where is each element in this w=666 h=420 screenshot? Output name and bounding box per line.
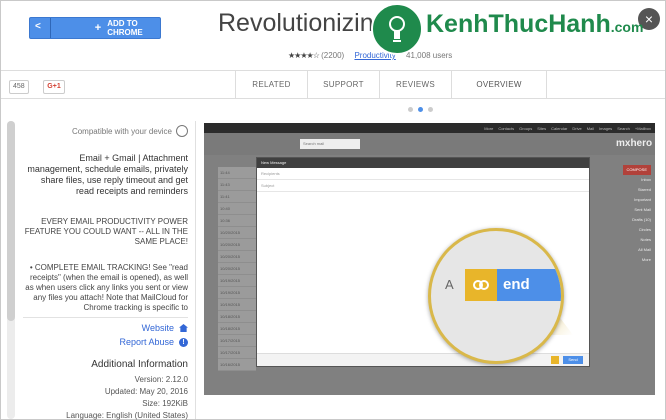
compose-toolbar: Send [257,353,589,366]
list-item: 10/20/2015 [218,227,256,239]
language-info: Language: English (United States) [66,411,188,420]
store-dialog: × < + ADD TO CHROME Revolutionizing... ★… [0,0,666,420]
list-item: 10/16/2015 [218,359,256,371]
gmail-header [204,133,655,155]
mxhero-logo: mxhero [616,138,653,149]
watermark-logo-icon [371,3,423,55]
home-icon [179,324,188,332]
topbar-item: More [484,125,494,131]
list-item: 10/20/2015 [218,239,256,251]
screenshot-preview: More Contacts Groups Sites Calendar Driv… [204,123,655,395]
gplus-button[interactable]: G+1 [43,80,65,94]
topbar-item: Images [599,125,613,131]
list-item: 10/19/2015 [218,275,256,287]
tab-related[interactable]: RELATED [236,71,308,98]
carousel-dot-1[interactable] [408,107,413,112]
tab-reviews[interactable]: REVIEWS [380,71,452,98]
tab-bar: RELATED SUPPORT REVIEWS OVERVIEW [235,71,547,99]
nav-item: Sent Mail [634,207,651,212]
topbar-item: Sites [537,125,547,131]
gmail-search-box: Search mail [300,139,360,149]
list-item: 10:40 [218,203,256,215]
report-abuse-label[interactable]: Report Abuse [119,337,174,347]
add-to-chrome-button[interactable]: < + ADD TO CHROME [29,17,161,39]
tabs-divider [1,98,665,99]
rating-count: (2200) [321,51,345,60]
list-item: 11:44 [218,167,256,179]
nav-item: Starred [637,187,651,192]
nav-item: Important [634,197,651,202]
gmail-message-list: 11:44 11:43 11:41 10:40 10:36 10/20/2015… [218,167,256,371]
list-item: 10/17/2015 [218,335,256,347]
compose-pill: COMPOSE [622,165,651,175]
compose-to-field: Recipients [257,168,589,180]
updated-info: Updated: May 20, 2016 [104,387,188,396]
topbar-item: Search [617,125,630,131]
nav-item: Drafts (10) [632,217,651,222]
long-description: • COMPLETE EMAIL TRACKING! See "read rec… [25,263,188,312]
tracking-rings-icon [465,269,497,301]
rating-stars-icon: ★★★★☆ [288,51,320,60]
list-item: 10/18/2015 [218,311,256,323]
carousel-dots [408,107,433,112]
gmail-nav: COMPOSE Inbox Starred Important Sent Mai… [611,165,651,265]
list-item: 10/18/2015 [218,323,256,335]
compose-title: New Message [257,158,589,168]
add-to-chrome-label: ADD TO CHROME [107,19,143,37]
list-item: 10/20/2015 [218,251,256,263]
magnifier-lens: A end [428,228,564,364]
sidebar-divider [23,317,188,318]
report-abuse-link[interactable]: Report Abuse ! [119,337,188,347]
send-button-zoomed: end [497,269,561,301]
compatibility-note: Compatible with your device [72,125,188,137]
topbar-item: Groups [519,125,533,131]
nav-item: Notes [640,237,651,242]
font-format-icon: A [445,277,454,292]
gmail-topbar: More Contacts Groups Sites Calendar Driv… [204,123,655,133]
button-divider [50,18,51,38]
size-info: Size: 192KiB [142,399,188,408]
tab-overview[interactable]: OVERVIEW [452,71,547,99]
topbar-item: Calendar [551,125,568,131]
watermark-suffix: .com [610,19,644,35]
sidebar-scrollbar-thumb[interactable] [7,121,15,321]
watermark: KenhThucHanh.com [371,3,661,55]
carousel-dot-2[interactable] [418,107,423,112]
list-item: 10/20/2015 [218,263,256,275]
send-button-small: Send [563,356,583,364]
list-item: 10/19/2015 [218,287,256,299]
plus-icon: + [94,22,102,34]
topbar-item: +Mailbox [634,125,651,131]
topbar-item: Contacts [498,125,515,131]
topbar-item: Drive [572,125,582,131]
list-item: 10/17/2015 [218,347,256,359]
watermark-text: KenhThucHanh.com [426,10,643,39]
share-counter: 458 [9,80,29,94]
compose-subject-field: Subject [257,180,589,192]
feature-headline: EVERY EMAIL PRODUCTIVITY POWER FEATURE Y… [24,217,188,246]
share-icon[interactable]: < [35,21,41,32]
nav-item: Inbox [641,177,651,182]
list-item: 10/19/2015 [218,299,256,311]
website-link[interactable]: Website [142,323,188,333]
website-label[interactable]: Website [142,323,174,333]
compatibility-text: Compatible with your device [71,126,172,136]
topbar-item: Mail [586,125,595,131]
version-info: Version: 2.12.0 [134,375,188,384]
watermark-brand: KenhThucHanh [426,10,611,38]
list-item: 11:43 [218,179,256,191]
sidebar-border [195,121,196,419]
list-item: 10:36 [218,215,256,227]
person-icon [176,125,188,137]
short-description: Email + Gmail | Attachment management, s… [27,153,188,196]
nav-item: All Mail [638,247,651,252]
additional-info-heading: Additional Information [91,359,188,370]
alert-icon: ! [179,337,188,347]
list-item: 11:41 [218,191,256,203]
nav-item: Circles [638,227,651,232]
carousel-dot-3[interactable] [428,107,433,112]
tracking-icon [551,356,559,364]
tab-support[interactable]: SUPPORT [308,71,380,98]
nav-item: More [641,257,651,262]
